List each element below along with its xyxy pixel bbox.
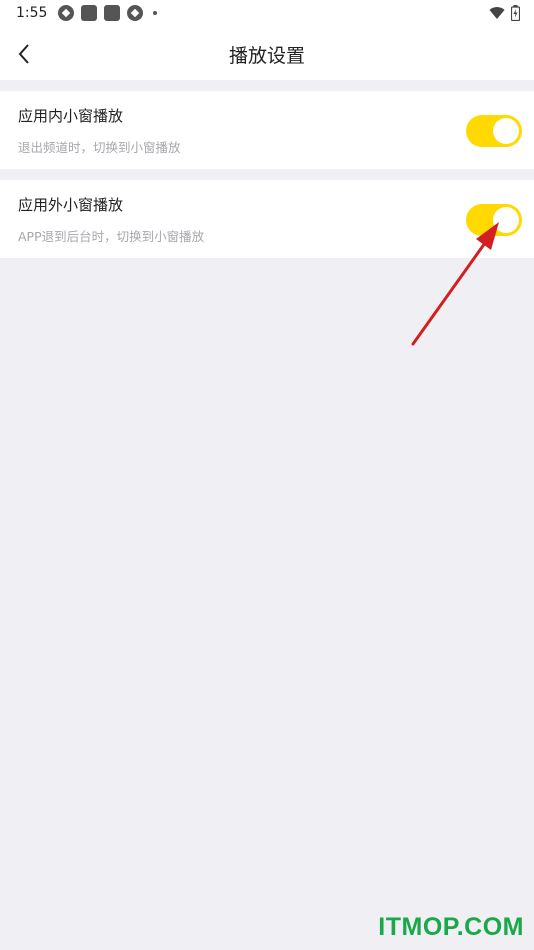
toggle-knob	[493, 118, 519, 144]
app-notification-icon	[58, 5, 74, 21]
setting-title: 应用外小窗播放	[18, 196, 124, 214]
watermark-logo: ITMOP.COM	[378, 913, 524, 941]
battery-icon	[511, 5, 520, 21]
more-notifications-icon	[153, 11, 157, 15]
setting-row-out-app-pip: 应用外小窗播放 APP退到后台时，切换到小窗播放	[0, 180, 534, 258]
toggle-knob	[493, 207, 519, 233]
in-app-pip-toggle[interactable]	[466, 115, 522, 147]
out-app-pip-toggle[interactable]	[466, 204, 522, 236]
setting-description: 退出频道时，切换到小窗播放	[18, 140, 181, 155]
setting-row-in-app-pip: 应用内小窗播放 退出频道时，切换到小窗播放	[0, 91, 534, 169]
status-time: 1:55	[16, 5, 48, 21]
app-notification-icon	[81, 5, 97, 21]
wifi-icon	[489, 7, 505, 20]
status-bar: 1:55	[0, 0, 534, 28]
app-notification-icon	[104, 5, 120, 21]
setting-description: APP退到后台时，切换到小窗播放	[18, 229, 205, 244]
notification-icons	[58, 5, 157, 21]
header: 播放设置	[0, 28, 534, 80]
page-title: 播放设置	[228, 45, 305, 67]
app-notification-icon	[127, 5, 143, 21]
system-icons	[489, 5, 520, 21]
setting-title: 应用内小窗播放	[18, 107, 124, 125]
